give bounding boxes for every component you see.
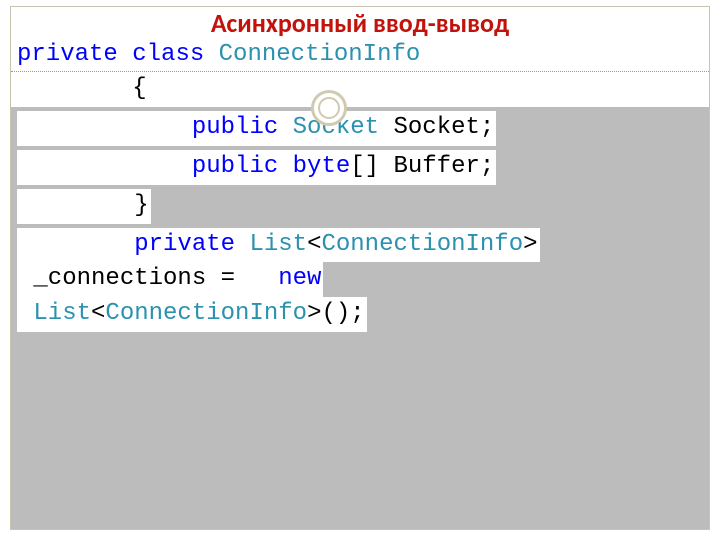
kw-new: new — [278, 265, 321, 292]
code-line-7: _connections = new — [11, 262, 709, 297]
code-line-1: private class ConnectionInfo — [11, 38, 709, 73]
kw-class: class — [132, 41, 204, 68]
slide-frame: Асинхронный ввод-вывод private class Con… — [10, 6, 710, 530]
code-line-6: private List<ConnectionInfo> — [11, 228, 709, 263]
type-connectioninfo: ConnectionInfo — [219, 41, 421, 68]
ring-icon — [311, 90, 347, 126]
code-line-2: { — [11, 71, 709, 107]
field-buffer: [] Buffer; — [350, 153, 494, 180]
type-connectioninfo: ConnectionInfo — [321, 231, 523, 258]
code-line-5: } — [11, 189, 709, 224]
code-line-8: List<ConnectionInfo>(); — [11, 297, 709, 332]
type-connectioninfo: ConnectionInfo — [105, 300, 307, 327]
slide-empty-area — [11, 332, 709, 529]
field-socket: Socket; — [379, 114, 494, 141]
kw-byte: byte — [293, 153, 351, 180]
slide-title: Асинхронный ввод-вывод — [11, 7, 709, 38]
kw-private: private — [17, 41, 118, 68]
kw-public: public — [192, 114, 278, 141]
kw-public: public — [192, 153, 278, 180]
kw-private: private — [134, 231, 235, 258]
code-block: private class ConnectionInfo { public So… — [11, 38, 709, 332]
slide: Асинхронный ввод-вывод private class Con… — [0, 0, 720, 540]
code-line-4: public byte[] Buffer; — [11, 150, 709, 185]
type-list: List — [33, 300, 91, 327]
type-list: List — [249, 231, 307, 258]
code-line-3: public Socket Socket; — [11, 111, 709, 146]
